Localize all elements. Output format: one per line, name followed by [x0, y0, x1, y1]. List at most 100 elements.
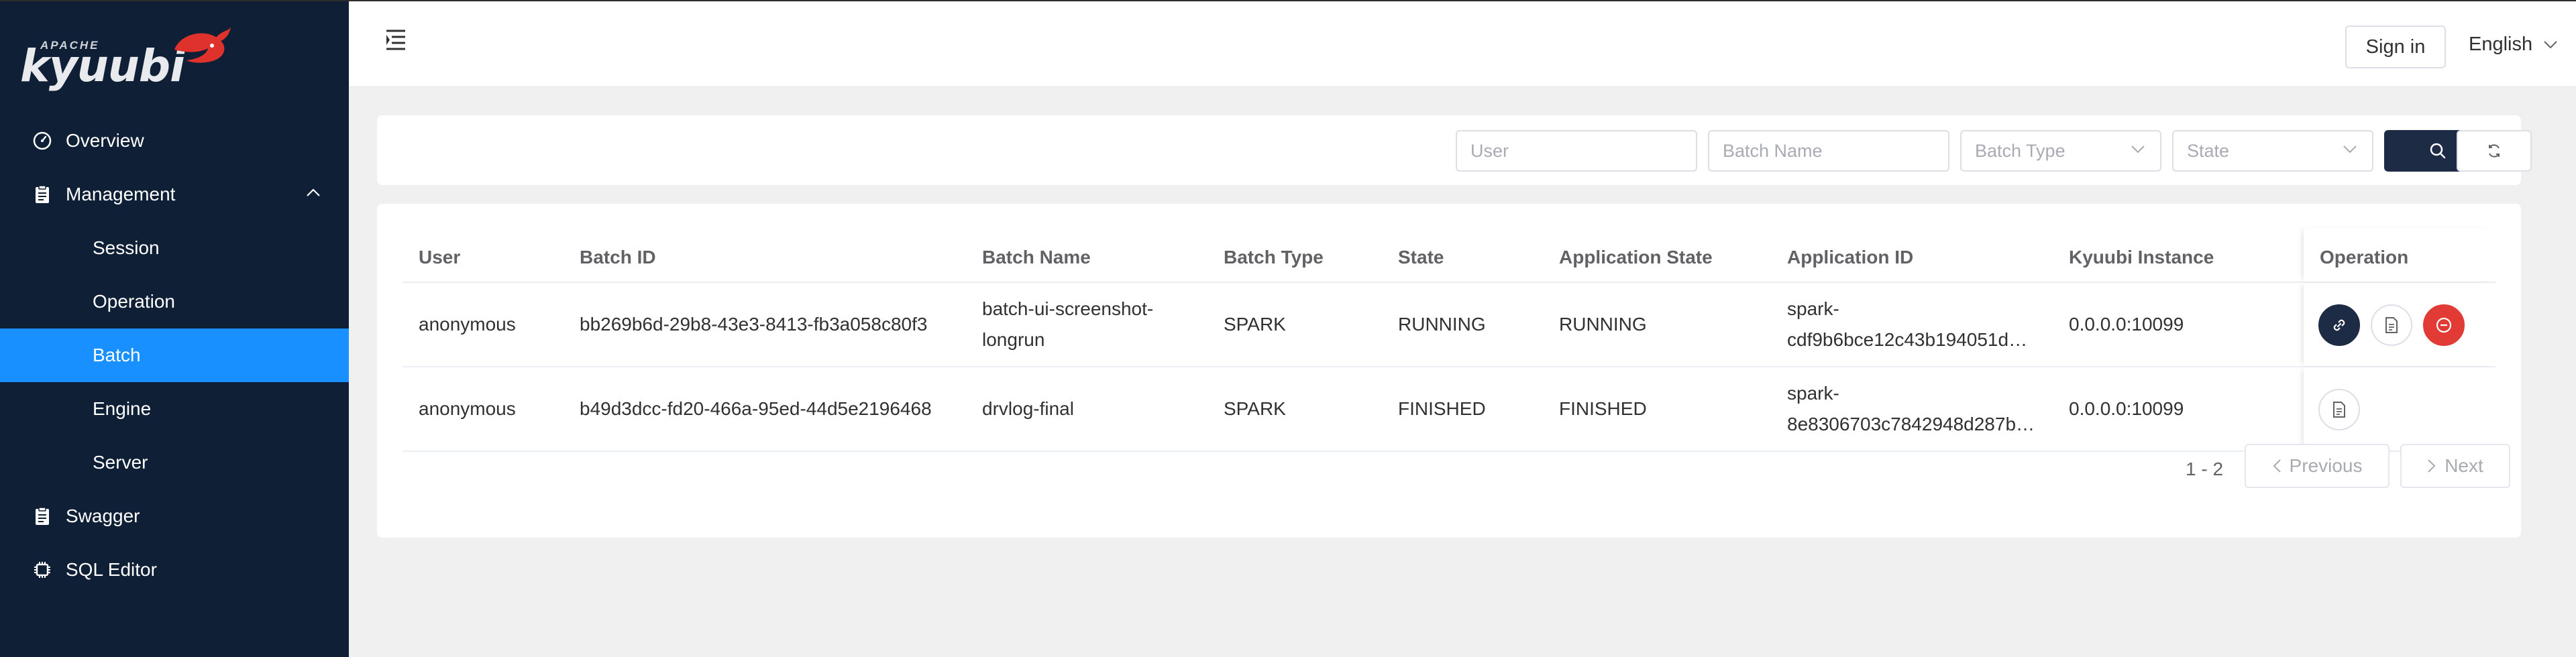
sidebar-menu: Overview Management Session Operation Ba…: [0, 114, 349, 597]
sidebar-item-swagger[interactable]: Swagger: [0, 489, 349, 543]
cell-batch-name: batch-ui-screenshot- longrun: [966, 283, 1153, 366]
cell-application-state: FINISHED: [1559, 398, 1647, 419]
view-log-button[interactable]: [2371, 304, 2412, 346]
sidebar-item-overview[interactable]: Overview: [0, 114, 349, 168]
filter-bar: Batch Type State: [377, 115, 2521, 185]
pagination-range: 1 - 2: [2186, 459, 2224, 479]
state-placeholder: State: [2187, 140, 2230, 161]
column-header-batch-name[interactable]: Batch Name: [966, 228, 1091, 282]
column-header-user[interactable]: User: [402, 228, 460, 282]
cell-batch-type: SPARK: [1224, 398, 1286, 419]
search-icon: [2430, 143, 2446, 159]
previous-label: Previous: [2289, 455, 2363, 476]
sidebar-item-label: Swagger: [66, 505, 140, 526]
table-row[interactable]: anonymous bb269b6d-29b8-43e3-8413-fb3a05…: [402, 283, 2496, 367]
stop-batch-button[interactable]: [2423, 304, 2465, 346]
column-header-batch-id[interactable]: Batch ID: [564, 228, 656, 282]
table-header-row: User Batch ID Batch Name Batch Type Stat…: [402, 228, 2496, 283]
cell-user: anonymous: [419, 314, 516, 335]
speedometer-icon: [32, 131, 52, 151]
cell-application-state: RUNNING: [1559, 314, 1647, 335]
operation-header-cell: Operation: [2304, 228, 2496, 282]
clipboard-icon: [32, 184, 52, 204]
document-icon: [2385, 317, 2398, 333]
cell-user: anonymous: [419, 398, 516, 419]
batch-name-line: batch-ui-screenshot-: [982, 298, 1154, 319]
table-row[interactable]: anonymous b49d3dcc-fd20-466a-95ed-44d5e2…: [402, 367, 2496, 452]
column-header-application-state[interactable]: Application State: [1543, 228, 1713, 282]
chevron-up-icon: [307, 188, 320, 196]
top-header: Sign in English: [349, 1, 2576, 87]
application-id-line: spark-: [1787, 383, 1839, 404]
chip-icon: [32, 560, 52, 580]
cell-application-id: spark- cdf9b6bce12c43b194051d…: [1771, 283, 2027, 366]
previous-page-button[interactable]: Previous: [2245, 444, 2390, 488]
link-icon: [2333, 319, 2345, 331]
sidebar-item-label: Session: [93, 237, 160, 258]
cell-kyuubi-instance: 0.0.0.0:10099: [2069, 398, 2184, 419]
sidebar-item-label: Operation: [93, 291, 175, 312]
sidebar-item-engine[interactable]: Engine: [0, 382, 349, 436]
refresh-icon: [2489, 144, 2500, 158]
chevron-left-icon: [2273, 459, 2281, 473]
language-select[interactable]: English: [2469, 34, 2558, 56]
user-filter-input[interactable]: [1456, 130, 1697, 172]
sidebar-item-label: Engine: [93, 398, 152, 419]
application-id-line: spark-: [1787, 298, 1839, 319]
batch-name-line: longrun: [982, 329, 1045, 350]
sidebar-item-batch[interactable]: Batch: [0, 328, 349, 382]
application-id-line: cdf9b6bce12c43b194051d…: [1787, 329, 2028, 350]
column-header-operation: Operation: [2320, 247, 2409, 267]
cell-state: FINISHED: [1398, 398, 1486, 419]
batch-type-placeholder: Batch Type: [1975, 140, 2065, 161]
sidebar-item-label: Management: [66, 184, 176, 204]
column-header-state[interactable]: State: [1382, 228, 1444, 282]
stop-icon: [2436, 317, 2452, 333]
sidebar-item-operation[interactable]: Operation: [0, 275, 349, 328]
sign-in-button[interactable]: Sign in: [2345, 25, 2446, 68]
cell-operation: [2304, 367, 2496, 451]
menu-toggle-icon[interactable]: [384, 25, 408, 52]
sidebar-item-sql-editor[interactable]: SQL Editor: [0, 543, 349, 597]
chevron-right-icon: [2428, 459, 2436, 473]
cell-batch-id: b49d3dcc-fd20-466a-95ed-44d5e2196468: [580, 398, 932, 419]
refresh-button[interactable]: [2457, 130, 2532, 172]
cell-kyuubi-instance: 0.0.0.0:10099: [2069, 314, 2184, 335]
batch-table: User Batch ID Batch Name Batch Type Stat…: [402, 228, 2496, 452]
cell-batch-id: bb269b6d-29b8-43e3-8413-fb3a058c80f3: [580, 314, 928, 335]
application-id-line: 8e8306703c7842948d287b…: [1787, 414, 2035, 434]
batch-name-filter-input[interactable]: [1708, 130, 1949, 172]
sidebar-item-server[interactable]: Server: [0, 436, 349, 489]
cell-state: RUNNING: [1398, 314, 1486, 335]
batch-type-select[interactable]: Batch Type: [1960, 130, 2161, 172]
open-link-button[interactable]: [2318, 304, 2360, 346]
next-label: Next: [2445, 455, 2483, 476]
language-label: English: [2469, 34, 2533, 55]
sidebar-item-label: Server: [93, 452, 148, 473]
whale-icon: [174, 27, 231, 63]
chevron-down-icon: [2544, 40, 2557, 48]
chevron-down-icon: [2343, 145, 2357, 154]
view-log-button[interactable]: [2318, 389, 2360, 430]
cell-application-id: spark- 8e8306703c7842948d287b…: [1771, 367, 2035, 451]
logo-wordmark: kyuubi: [20, 40, 185, 92]
clipboard-icon: [32, 506, 52, 526]
cell-operation: [2304, 283, 2496, 366]
sidebar-item-management[interactable]: Management: [0, 168, 349, 221]
sidebar-item-session[interactable]: Session: [0, 221, 349, 275]
sidebar-item-label: Overview: [66, 130, 144, 151]
batch-table-card: User Batch ID Batch Name Batch Type Stat…: [377, 204, 2521, 538]
kyuubi-logo[interactable]: APACHE kyuubi: [20, 23, 231, 92]
sidebar-item-label: SQL Editor: [66, 559, 157, 580]
column-header-kyuubi-instance[interactable]: Kyuubi Instance: [2053, 228, 2214, 282]
state-select[interactable]: State: [2172, 130, 2373, 172]
document-icon: [2333, 402, 2345, 418]
sidebar-item-label: Batch: [93, 345, 141, 365]
sidebar: APACHE kyuubi Overview Management Sessio…: [0, 1, 349, 657]
column-header-application-id[interactable]: Application ID: [1771, 228, 1913, 282]
column-header-batch-type[interactable]: Batch Type: [1208, 228, 1324, 282]
cell-batch-name: drvlog-final: [982, 398, 1074, 419]
next-page-button[interactable]: Next: [2400, 444, 2510, 488]
cell-batch-type: SPARK: [1224, 314, 1286, 335]
chevron-down-icon: [2131, 145, 2145, 154]
